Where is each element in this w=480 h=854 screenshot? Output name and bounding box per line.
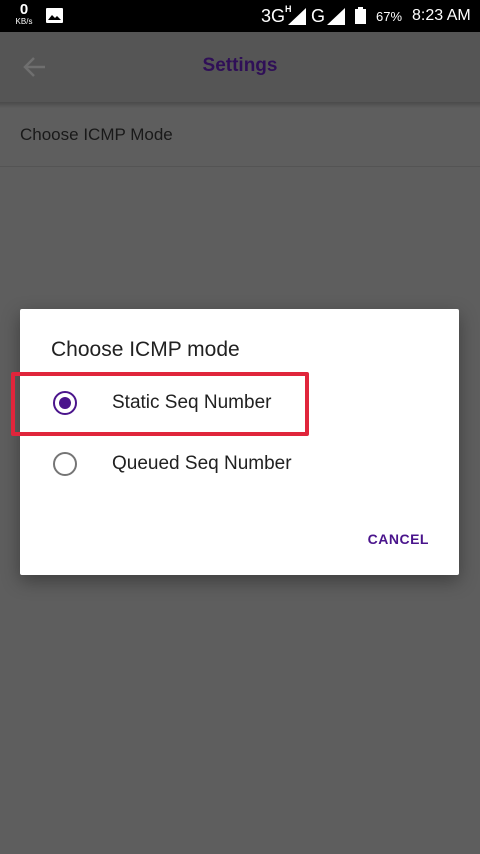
icmp-mode-dialog: Choose ICMP mode Static Seq Number Queue…: [20, 309, 459, 575]
signal-strength-icon: [288, 8, 306, 25]
network-type-g: G: [311, 6, 326, 26]
signal-strength-icon-2: [327, 8, 345, 25]
battery-icon: [355, 7, 366, 24]
data-speed-unit: KB/s: [15, 17, 33, 26]
clock: 8:23 AM: [412, 7, 471, 24]
radio-unchecked-icon[interactable]: [53, 452, 77, 476]
app-bar: Settings: [0, 32, 480, 102]
network-type-3g: 3G: [261, 6, 286, 26]
highlight-box: [11, 372, 309, 436]
data-speed-indicator: 0 KB/s: [10, 2, 38, 26]
option-queued-seq-number[interactable]: Queued Seq Number: [20, 435, 459, 493]
image-notification-icon: [46, 8, 63, 23]
cancel-button[interactable]: CANCEL: [368, 531, 429, 547]
battery-percent: 67%: [376, 9, 403, 24]
option-label: Queued Seq Number: [112, 453, 292, 474]
preference-row-icmp-mode[interactable]: Choose ICMP Mode: [0, 102, 480, 167]
preference-label: Choose ICMP Mode: [20, 125, 173, 144]
page-title: Settings: [202, 55, 278, 76]
data-speed-value: 0: [19, 1, 29, 18]
dialog-title: Choose ICMP mode: [51, 338, 240, 361]
status-bar: 0 KB/s 3G H G 67% 8:23 AM: [0, 0, 480, 32]
